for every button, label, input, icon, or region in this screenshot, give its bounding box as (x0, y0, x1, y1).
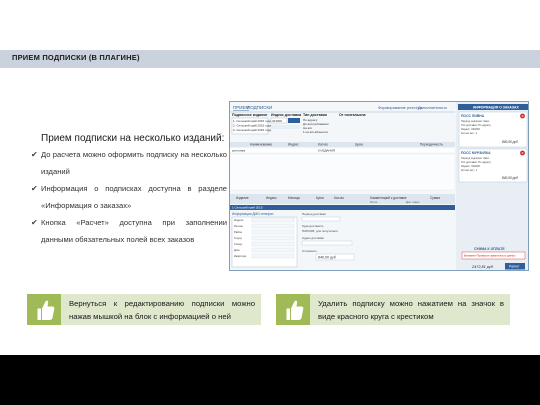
grid1-col: Цена (355, 143, 363, 147)
tip-text: Удалить подписку можно нажатием на значо… (318, 299, 504, 321)
order-card[interactable]: ПОСС МУРЗИЛКА Период подписки: 3мес Тип … (458, 148, 528, 183)
tab-podpiski[interactable]: ПОДПИСКИ (247, 105, 272, 110)
bullet-text: Информация о подписках доступна в раздел… (41, 184, 227, 210)
grid1-row-value: 0 ИЗДАНИЯ (318, 149, 335, 153)
title-bar: ПРИЕМ ПОДПИСКИ (В ПЛАГИНЕ) (0, 50, 540, 68)
grid1-row-label: регионам (232, 149, 245, 153)
lead-text: Прием подписки на несколько изданий: (41, 133, 225, 144)
order-name: ПОСС ЛИВНА (461, 114, 485, 118)
publication-option[interactable]: 3. Сельский край 2015 года (233, 128, 271, 132)
grid2-selected-row[interactable] (230, 205, 455, 210)
grid2-col: Кол-во (334, 196, 344, 200)
pay-label: Стоимость (302, 249, 317, 253)
address-field-label: Дом (234, 248, 239, 252)
tip-card: Удалить подписку можно нажатием на значо… (276, 294, 510, 325)
grid2-col: Индекс (266, 196, 277, 200)
order-card[interactable]: ПОСС ЛИВНА Период подписки: 3мес Тип дос… (458, 111, 528, 148)
bullet-text: До расчета можно оформить подписку на не… (41, 150, 227, 176)
label-from-postman: От почтальона (339, 113, 367, 117)
order-line: Период подписки: 3мес (461, 156, 490, 160)
grid2-col: Издание (236, 196, 249, 200)
order-line: Индекс: 344000 (461, 127, 480, 131)
index-value: 344000 (272, 119, 282, 123)
grid2-col: Месяцы (288, 196, 301, 200)
order-line: Тип доставки: По адресу (461, 123, 491, 127)
check-icon: ✔ (31, 218, 38, 227)
bullet-item: ✔ Информация о подписках доступна в разд… (31, 180, 227, 214)
bullet-item: ✔ Кнопка «Расчет» доступна при заполнени… (31, 214, 227, 248)
total-value: 840,00 руб (318, 256, 337, 260)
address-field-label: Индекс (234, 218, 244, 222)
pay-label: ПАРКОВ, для получателя (302, 229, 338, 233)
delete-order-icon[interactable] (520, 113, 525, 119)
description-block: Прием подписки на несколько изданий: ✔ Д… (31, 133, 227, 248)
grid2-subcol: Доп. пакет (406, 200, 420, 204)
slide: ПРИЕМ ПОДПИСКИ (В ПЛАГИНЕ) Прием подписк… (0, 0, 540, 355)
grid2-col: Сумма (430, 196, 440, 200)
label-publication: Подписное издание (232, 113, 267, 117)
notice-text: Внимание! Проверьте правильность данных (464, 255, 516, 258)
label-delivery-type: Тип доставки (303, 113, 327, 117)
app-screenshot: ПРИЕМ ПОДПИСКИ Формирование реестра Допо… (229, 101, 529, 271)
address-input[interactable] (301, 240, 353, 246)
bullet-item: ✔ До расчета можно оформить подписку на … (31, 146, 227, 180)
publication-option[interactable]: 2. Сельский край 2015 года (233, 124, 271, 128)
grid1-col: Периодичность (420, 143, 443, 147)
bullet-text: Кнопка «Расчет» доступна при заполнении … (41, 218, 227, 244)
sum-label: СУММА К ОПЛАТЕ (474, 247, 505, 251)
order-name: ПОСС МУРЗИЛКА (461, 151, 491, 155)
link-additional[interactable]: Дополнительно (418, 105, 448, 110)
grand-total: 2472,81 руб (471, 265, 494, 269)
grid1-col: Индекс (288, 143, 299, 147)
address-field-label: Регион (234, 224, 243, 228)
grid1-body (230, 153, 456, 191)
index-search-button[interactable] (288, 118, 300, 123)
address-field-label: Район (234, 230, 242, 234)
pay-label: Адрес доставки (302, 236, 324, 240)
order-line: Кол-во экз.: 1 (461, 168, 478, 172)
order-line: Период подписки: 3мес (461, 119, 490, 123)
grid2-col: Цена (316, 196, 324, 200)
publication-option[interactable]: 1. Сельский край 2015 года (233, 119, 271, 123)
address-field-label: Город (234, 236, 242, 240)
order-line: Тип доставки: По адресу (461, 160, 491, 164)
pay-label: Период доставки (302, 212, 326, 216)
slide-title: ПРИЕМ ПОДПИСКИ (В ПЛАГИНЕ) (12, 53, 140, 62)
grid1-col: Кол-во (318, 143, 328, 147)
address-inputs[interactable] (251, 217, 295, 259)
address-label: Информация ДМИ-телефон (232, 212, 274, 216)
link-registry[interactable]: Формирование реестра (378, 105, 423, 110)
check-icon: ✔ (31, 184, 38, 193)
order-panel-title: ИНФОРМАЦИЯ О ЗАКАЗАХ (473, 105, 519, 109)
address-field-label: Квартира (234, 254, 247, 258)
calc-button-label: Расчет (509, 265, 520, 269)
order-line: Индекс: 344000 (461, 164, 480, 168)
grid2-row-label: 1 Сельский край 2015 (232, 206, 263, 210)
app-screenshot-canvas: ПРИЕМ ПОДПИСКИ Формирование реестра Допо… (230, 102, 528, 270)
check-icon: ✔ (31, 150, 38, 159)
delete-order-icon[interactable] (520, 150, 525, 156)
grid1-row[interactable] (230, 147, 456, 154)
order-line: Кол-во экз.: 1 (461, 131, 478, 135)
address-field-label: Улица (234, 242, 242, 246)
grid1-col: Наименование (250, 143, 272, 147)
pay-label: Куда доставить (302, 224, 324, 228)
order-sum: 840,00 руб (502, 176, 518, 180)
order-sum: 840,00 руб (502, 140, 518, 144)
tip-text: Вернуться к редактированию подписки можн… (69, 299, 255, 321)
label-index: Индекс доставки (271, 113, 301, 117)
thumbs-up-icon (27, 294, 61, 325)
delivery-type-option[interactable]: 1 на а/я абонента (303, 130, 328, 134)
grid2-subcol: Итого (370, 200, 378, 204)
tip-card: Вернуться к редактированию подписки можн… (27, 294, 261, 325)
index-hint (271, 125, 300, 129)
period-input[interactable] (301, 216, 341, 222)
thumbs-up-icon (276, 294, 310, 325)
